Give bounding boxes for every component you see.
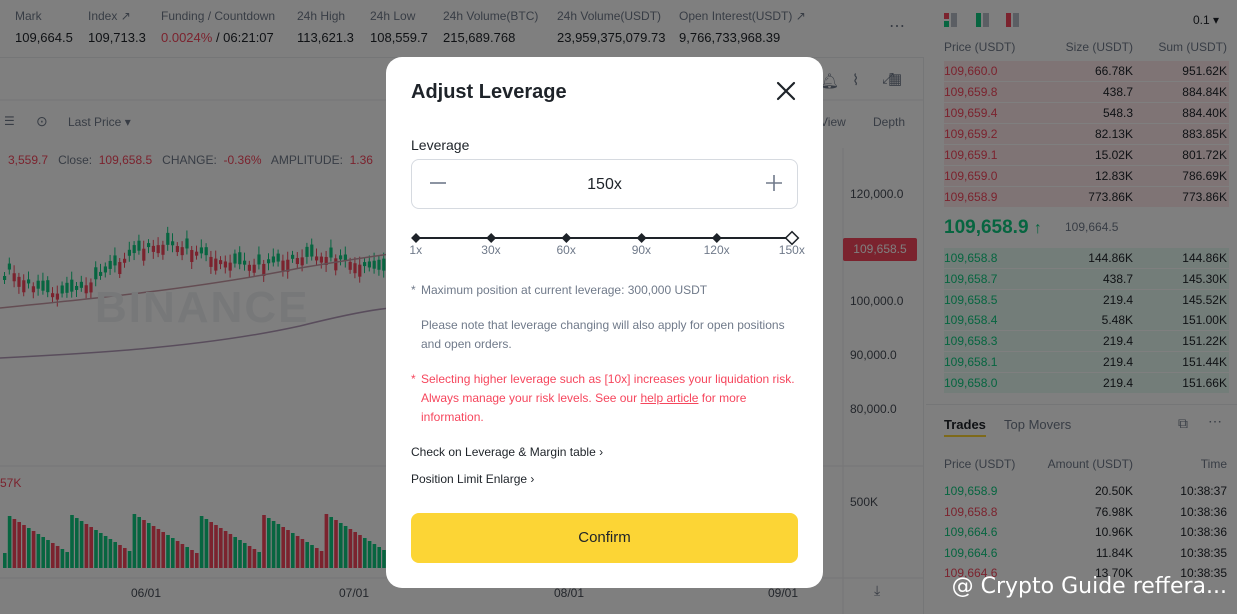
slider-tick-label: 90x (631, 243, 652, 257)
margin-table-label: Check on Leverage & Margin table (411, 445, 596, 459)
slider-mark[interactable] (711, 233, 722, 243)
position-limit-link[interactable]: Position Limit Enlarge › (411, 472, 534, 486)
margin-table-link[interactable]: Check on Leverage & Margin table › (411, 445, 603, 459)
slider-tick-label: 1x (409, 243, 423, 257)
creator-watermark: @ Crypto Guide reffera... (951, 574, 1227, 599)
leverage-input[interactable]: 150x (412, 176, 797, 194)
position-limit-label: Position Limit Enlarge (411, 472, 528, 486)
max-position-note: * Maximum position at current leverage: … (411, 281, 801, 300)
dialog-title: Adjust Leverage (411, 81, 567, 103)
plus-icon[interactable] (762, 171, 786, 195)
chevron-right-icon: › (599, 445, 604, 459)
slider-mark[interactable] (411, 233, 421, 243)
slider-tick-label: 120x (703, 243, 730, 257)
adjust-leverage-dialog: Adjust Leverage Leverage 150x 1x 30x 60x 90… (386, 57, 823, 588)
leverage-slider[interactable] (411, 217, 806, 257)
slider-tick-label: 30x (481, 243, 501, 257)
close-icon[interactable] (774, 79, 798, 103)
leverage-label: Leverage (411, 137, 470, 153)
note-text: Maximum position at current leverage: 30… (421, 283, 708, 297)
liquidation-warning: * Selecting higher leverage such as [10x… (411, 370, 801, 430)
warning-star: * (411, 372, 416, 386)
confirm-button[interactable]: Confirm (411, 513, 798, 563)
note-star: * (411, 283, 416, 297)
help-article-link[interactable]: help article (640, 391, 698, 405)
chevron-right-icon: › (530, 472, 535, 486)
slider-mark[interactable] (636, 233, 647, 243)
slider-tick-label: 60x (556, 243, 576, 257)
leverage-stepper: 150x (411, 159, 798, 209)
note-text: Please note that leverage changing will … (421, 318, 785, 351)
slider-mark[interactable] (486, 233, 497, 243)
slider-mark[interactable] (561, 233, 572, 243)
leverage-change-note: Please note that leverage changing will … (411, 316, 801, 356)
slider-tick-label: 150x (778, 243, 805, 257)
